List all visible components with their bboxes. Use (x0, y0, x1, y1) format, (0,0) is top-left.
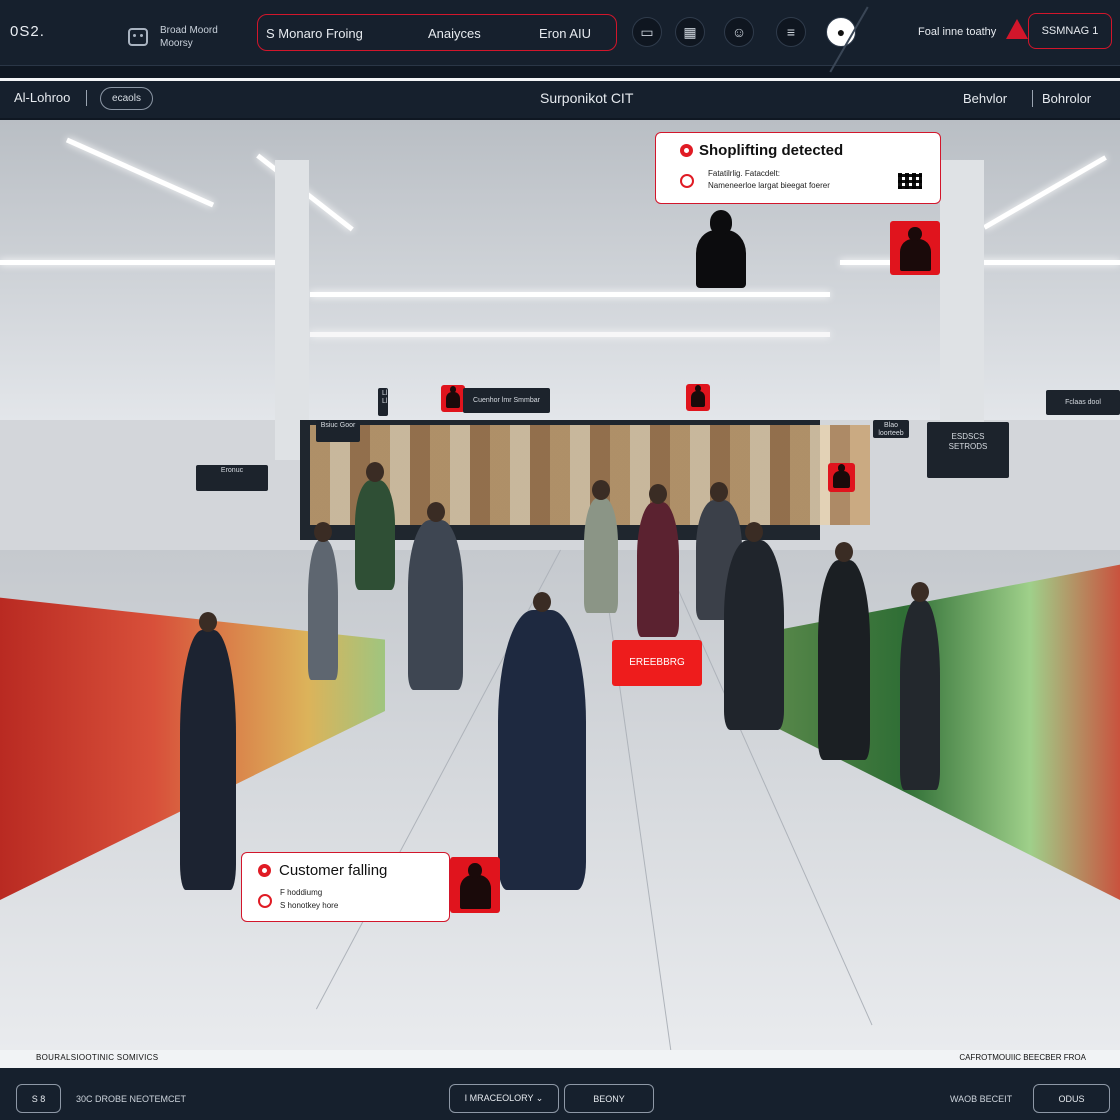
camera-title: Surponikot CIT (540, 90, 634, 106)
nav-item-monitoring[interactable]: S Monaro Froing (266, 26, 363, 41)
shopper (355, 462, 395, 590)
bottom-toolbar: S 8 30C DROBE NEOTEMCET I MRACEOLORY ⌄ B… (0, 1068, 1120, 1120)
ticker-text-right: CAFROTMOUIIC BEECBER FROA (959, 1053, 1086, 1062)
status-ticker: BOURALSIOOTINIC SOMIVICS CAFROTMOUIIC BE… (0, 1050, 1120, 1068)
shopper (818, 542, 870, 760)
camera-select-button[interactable]: S 8 (16, 1084, 61, 1113)
zone-tag: Bsiuc Goor (316, 420, 360, 442)
shoplifting-alert-card[interactable]: Shoplifting detected Fatatilrlig. Fatacd… (655, 132, 941, 204)
alert-tag[interactable]: EREEBBRG (612, 640, 702, 686)
robot-icon (128, 28, 148, 46)
detection-marker[interactable] (441, 385, 465, 412)
screen-icon[interactable]: ▭ (632, 17, 662, 47)
zone-tag: Eronuc (196, 465, 268, 491)
nav-item-ai[interactable]: Eron AIU (539, 26, 591, 41)
alert-ring-icon (258, 894, 272, 908)
nav-item-analytics[interactable]: Anaiyces (428, 26, 481, 41)
shopper (308, 522, 338, 680)
detection-marker[interactable] (828, 463, 855, 492)
shopper (584, 480, 618, 613)
person-icon (690, 384, 706, 407)
alert-title: Shoplifting detected (699, 142, 844, 159)
alert-ring-icon (680, 174, 694, 188)
pillar (275, 160, 309, 460)
qr-code-icon (898, 173, 922, 189)
shopper (408, 502, 463, 690)
pillar (940, 160, 984, 460)
zone-tag: Cuenhor lmr Smmbar (463, 388, 550, 413)
bottom-status-text: 30C DROBE NEOTEMCET (76, 1094, 187, 1104)
mask-icon[interactable]: ☺ (724, 17, 754, 47)
zone-tag: Blao loorteeb (873, 420, 909, 438)
person-icon (445, 385, 461, 408)
person-icon (833, 464, 850, 488)
warning-icon (258, 864, 271, 877)
bottom-right-text: WAOB BECEIT (950, 1094, 1013, 1104)
falling-alert-card[interactable]: Customer falling F hoddiumg S honotkey h… (241, 852, 450, 922)
zone-tag: Fclaas dool (1046, 390, 1120, 415)
shopper (900, 582, 940, 790)
bottom-action-button[interactable]: BEONY (564, 1084, 654, 1113)
alert-triangle-icon (1006, 19, 1028, 39)
status-button[interactable]: SSMNAG 1 (1028, 13, 1112, 49)
camera-feed[interactable]: Cuenhor lmr Smmbar Fclaas dool Ll Ll Ero… (0, 120, 1120, 1050)
detection-marker[interactable] (686, 384, 710, 411)
person-icon (459, 863, 491, 909)
alert-title: Customer falling (279, 862, 388, 879)
alert-detail-line: Nameneerloe largat bieegat foerer (708, 181, 830, 190)
ticker-text-left: BOURALSIOOTINIC SOMIVICS (36, 1053, 159, 1062)
zone-tag: Ll Ll (378, 388, 388, 416)
alert-detail-line: Fatatilrlig. Fatacdelt: (708, 169, 781, 178)
behavior-tab-left[interactable]: Behvlor (963, 91, 1007, 106)
grid-icon[interactable]: ▦ (675, 17, 705, 47)
person-icon (899, 226, 931, 271)
alert-detail-line: S honotkey hore (280, 901, 339, 910)
shopper (180, 612, 236, 890)
category-dropdown[interactable]: I MRACEOLORY ⌄ (449, 1084, 559, 1113)
ceiling-light (0, 260, 280, 265)
suspect-silhouette[interactable] (696, 210, 746, 288)
slider-icon[interactable]: ≡ (776, 17, 806, 47)
alert-detail-line: F hoddiumg (280, 888, 323, 897)
zone-info-box: ESDSCS SETRODS (927, 422, 1009, 478)
details-button[interactable]: ecaols (100, 87, 153, 110)
camera-subheader: Al-Lohroo ecaols Surponikot CIT Behvlor … (0, 78, 1120, 118)
brand-code: 0S2. (10, 23, 45, 40)
divider (1032, 90, 1033, 107)
behavior-tab-right[interactable]: Bohrolor (1042, 91, 1091, 106)
shopper (724, 522, 784, 730)
shopper (498, 592, 586, 890)
user-label: Foal inne toathy (918, 26, 997, 38)
ceiling-light (310, 332, 830, 337)
shopper (637, 484, 679, 637)
divider (86, 90, 87, 106)
warning-icon (680, 144, 693, 157)
ceiling-light (310, 292, 830, 297)
brand-subtitle: Broad Moord Moorsy (160, 25, 218, 49)
top-navigation-bar: 0S2. Broad Moord Moorsy S Monaro Froing … (0, 0, 1120, 73)
ai-label: Al-Lohroo (14, 90, 71, 105)
detection-marker[interactable] (450, 857, 500, 913)
detection-marker[interactable] (890, 221, 940, 275)
bottom-right-button[interactable]: ODUS (1033, 1084, 1110, 1113)
main-nav-group: S Monaro Froing Anaiyces Eron AIU (257, 14, 617, 51)
